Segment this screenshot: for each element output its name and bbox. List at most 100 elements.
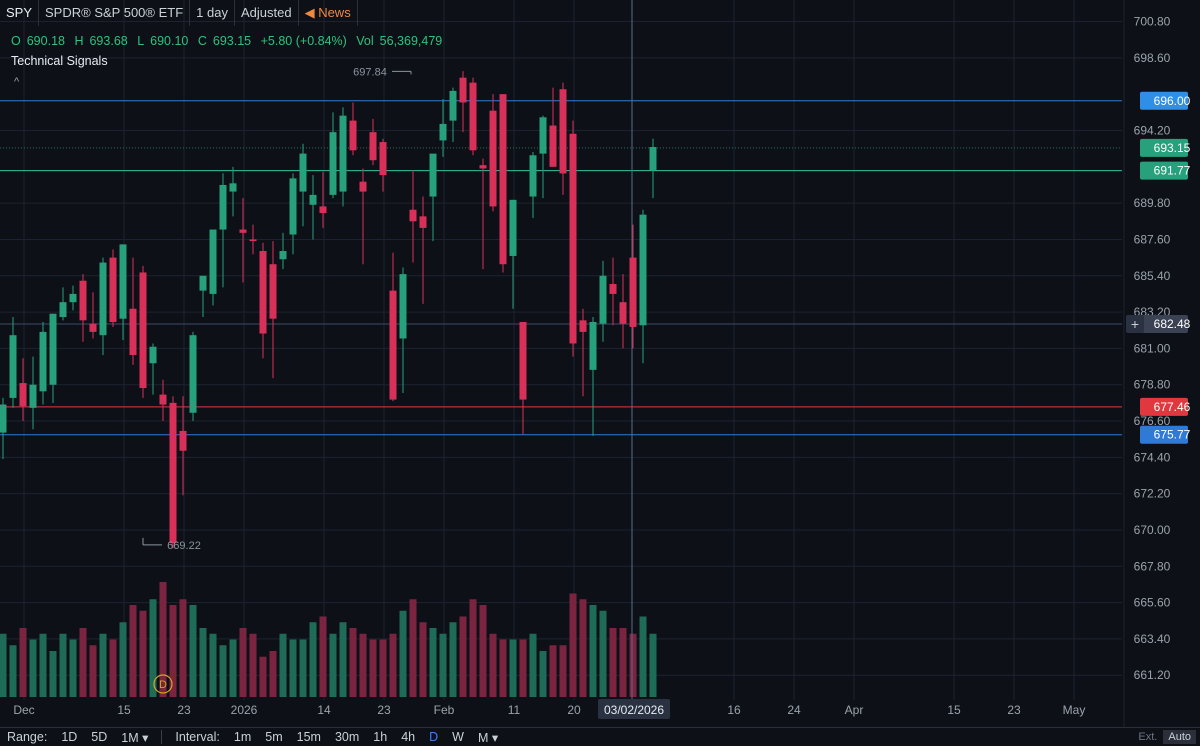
volume-bar: [79, 628, 87, 697]
crosshair-date-label: 03/02/2026: [604, 703, 664, 717]
open-value: 690.18: [26, 34, 65, 48]
volume-bar: [189, 605, 197, 697]
collapse-caret-icon[interactable]: ^: [14, 76, 19, 88]
volume-bar: [619, 628, 627, 697]
x-tick-label: Dec: [13, 703, 34, 717]
candle-body: [419, 216, 427, 228]
y-tick-label: 670.00: [1134, 523, 1171, 537]
adjusted-toggle[interactable]: Adjusted: [235, 0, 299, 26]
candle-body: [369, 132, 377, 161]
interval-30m-button[interactable]: 30m: [335, 730, 359, 744]
extended-hours-toggle[interactable]: Ext.: [1138, 731, 1157, 743]
y-tick-label: 661.20: [1134, 668, 1171, 682]
symbol-label[interactable]: SPY: [0, 0, 40, 26]
volume-bar: [419, 622, 427, 697]
candle-body: [269, 264, 277, 319]
x-tick-label: 11: [508, 703, 521, 717]
candle-body: [149, 346, 157, 364]
auto-scale-button[interactable]: Auto: [1163, 730, 1196, 744]
plus-icon: +: [1131, 316, 1139, 332]
interval-selector[interactable]: 1 day: [190, 0, 235, 26]
interval-1h-button[interactable]: 1h: [373, 730, 387, 744]
volume-bar: [539, 651, 547, 697]
volume-bar: [49, 651, 57, 697]
bottom-toolbar: Range: 1D 5D 1M ▾ Interval: 1m 5m 15m 30…: [0, 727, 1200, 746]
volume-bar: [229, 639, 237, 697]
volume-bar: [649, 633, 657, 697]
volume-bar: [309, 622, 317, 697]
interval-m-button[interactable]: M ▾: [478, 730, 498, 745]
price-label-text: 675.77: [1154, 428, 1191, 442]
volume-bar: [519, 639, 527, 697]
low-value: 690.10: [150, 34, 189, 48]
range-1m-button[interactable]: 1M ▾: [121, 730, 148, 745]
news-button[interactable]: ◀ News: [299, 0, 358, 26]
volume-bar: [479, 605, 487, 697]
range-label: Range:: [7, 730, 48, 744]
y-tick-label: 689.80: [1134, 196, 1171, 210]
volume-bar: [329, 633, 337, 697]
volume-bar: [259, 656, 267, 697]
volume-bar: [9, 645, 17, 697]
candle-body: [179, 430, 187, 451]
interval-5m-button[interactable]: 5m: [265, 730, 282, 744]
volume-bar: [609, 628, 617, 697]
candle-body: [19, 383, 27, 407]
volume-bar: [529, 633, 537, 697]
x-tick-label: 23: [377, 703, 391, 717]
y-tick-label: 685.40: [1134, 269, 1171, 283]
interval-d-button[interactable]: D: [429, 730, 438, 744]
price-label-text: 696.00: [1154, 94, 1191, 108]
y-tick-label: 681.00: [1134, 341, 1171, 355]
ohlc-legend: O 690.18 H 693.68 L 690.10 C 693.15 +5.80 (+…: [11, 34, 448, 48]
candle-body: [189, 335, 197, 413]
volume-bar: [369, 639, 377, 697]
high-value: 693.68: [89, 34, 128, 48]
price-label-text: 682.48: [1154, 317, 1191, 331]
x-tick-label: 16: [727, 703, 741, 717]
high-label: H: [74, 34, 84, 48]
volume-bar: [359, 633, 367, 697]
y-tick-label: 698.60: [1134, 51, 1171, 65]
high-price-label: 697.84: [353, 66, 387, 78]
volume-bar: [409, 599, 417, 697]
candle-body: [539, 117, 547, 154]
candle-body: [639, 214, 647, 326]
instrument-name: SPDR® S&P 500® ETF: [39, 0, 191, 26]
candle-body: [579, 320, 587, 332]
y-tick-label: 667.80: [1134, 559, 1171, 573]
volume-bar: [349, 628, 357, 697]
interval-w-button[interactable]: W: [452, 730, 464, 744]
candle-body: [429, 153, 437, 197]
candle-body: [169, 402, 177, 544]
technical-signals-label[interactable]: Technical Signals: [11, 54, 108, 68]
candle-body: [649, 147, 657, 171]
range-1d-button[interactable]: 1D: [61, 730, 77, 744]
candlestick-chart[interactable]: 700.80698.60694.20689.80687.60685.40683.…: [0, 0, 1200, 745]
interval-1m-button[interactable]: 1m: [234, 730, 251, 744]
candle-body: [139, 272, 147, 389]
interval-4h-button[interactable]: 4h: [401, 730, 415, 744]
candle-body: [249, 239, 257, 242]
candle-body: [39, 331, 47, 392]
candle-body: [309, 194, 317, 205]
y-tick-label: 700.80: [1134, 15, 1171, 29]
x-tick-label: 2026: [231, 703, 258, 717]
interval-15m-button[interactable]: 15m: [297, 730, 321, 744]
volume-bar: [109, 639, 117, 697]
candle-body: [499, 94, 507, 265]
volume-bar: [269, 651, 277, 697]
price-label-text: 693.15: [1154, 141, 1191, 155]
volume-bar: [389, 633, 397, 697]
volume-bar: [119, 622, 127, 697]
volume-bar: [289, 639, 297, 697]
candle-body: [289, 178, 297, 235]
interval-label: Interval:: [175, 730, 220, 744]
volume-bar: [629, 633, 637, 697]
range-5d-button[interactable]: 5D: [91, 730, 107, 744]
megaphone-icon: ◀: [304, 5, 315, 20]
symbol-header: SPY SPDR® S&P 500® ETF 1 day Adjusted ◀ …: [0, 0, 358, 26]
volume-bar: [179, 599, 187, 697]
y-tick-label: 678.80: [1134, 378, 1171, 392]
volume-bar: [59, 633, 67, 697]
